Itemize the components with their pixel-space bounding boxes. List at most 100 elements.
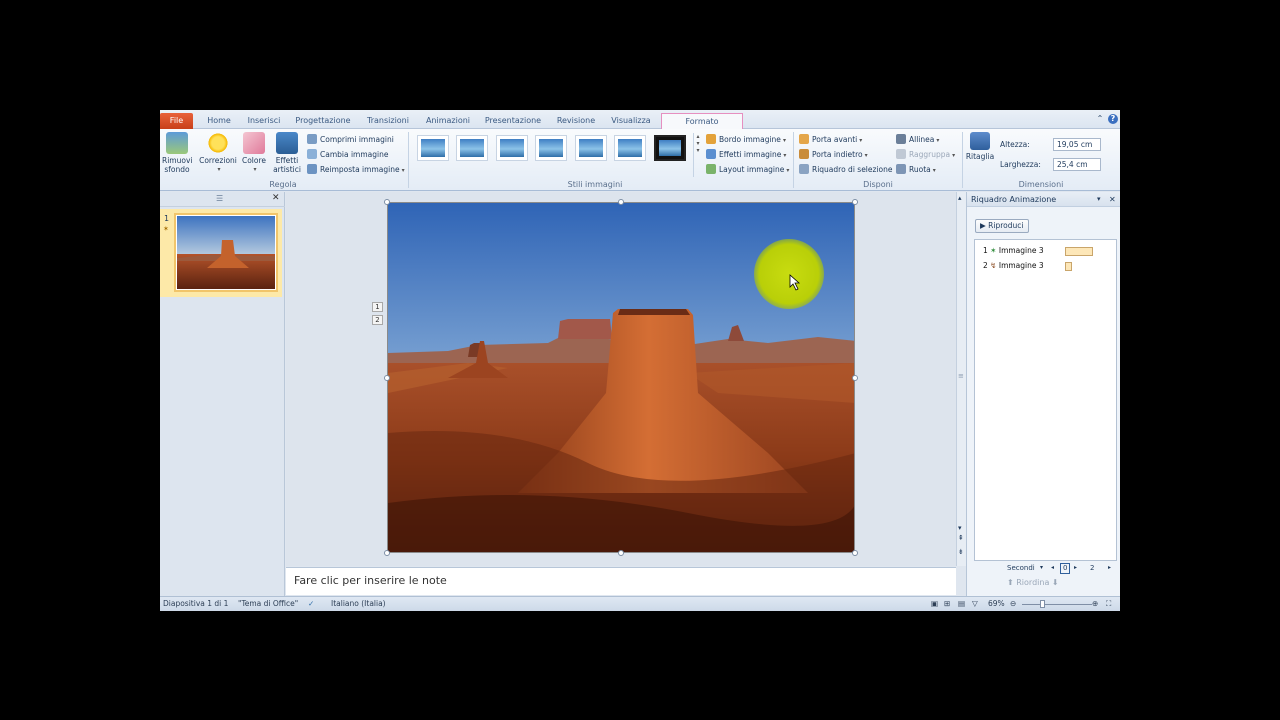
picture-style-1[interactable] <box>417 135 449 161</box>
animation-timing-bar[interactable] <box>1065 247 1093 256</box>
ritaglia-button[interactable]: Ritaglia <box>965 132 995 161</box>
tab-revisione[interactable]: Revisione <box>552 113 600 129</box>
animation-tag-2[interactable]: 2 <box>372 315 383 325</box>
resize-handle[interactable] <box>852 199 858 205</box>
riquadro-label: Riquadro di selezione <box>812 165 893 174</box>
chevron-down-icon: ▾ <box>1040 564 1044 571</box>
reimposta-immagine-button[interactable]: Reimposta immagine ▾ <box>307 163 405 176</box>
picture-layout-icon <box>706 164 716 174</box>
tab-progettazione[interactable]: Progettazione <box>291 113 355 129</box>
effetti-artistici-button[interactable]: Effetti artistici <box>270 132 304 174</box>
cambia-immagine-button[interactable]: Cambia immagine <box>307 148 388 161</box>
desert-monument-image[interactable] <box>388 203 855 553</box>
timeline-right-icon[interactable]: ▸ <box>1074 562 1077 574</box>
porta-avanti-button[interactable]: Porta avanti ▾ <box>799 133 862 146</box>
animation-pane: Riquadro Animazione ▾ ✕ ▶ Riproduci 1 ✶ … <box>966 192 1120 596</box>
zoom-slider-thumb[interactable] <box>1040 600 1045 608</box>
spell-check-icon[interactable]: ✓ <box>308 597 314 611</box>
resize-handle[interactable] <box>384 199 390 205</box>
slides-outline-tabs[interactable]: ☰ ✕ <box>160 192 285 207</box>
next-slide-icon[interactable]: ⇟ <box>958 548 964 556</box>
remove-background-icon <box>166 132 188 154</box>
slide-editing-area[interactable]: 1 2 <box>286 192 956 566</box>
resize-handle[interactable] <box>852 375 858 381</box>
slide-canvas[interactable] <box>387 202 855 553</box>
chevron-down-icon: ▾ <box>253 166 257 173</box>
resize-handle[interactable] <box>384 550 390 556</box>
tab-file[interactable]: File <box>160 113 193 129</box>
timeline-scroll-right-icon[interactable]: ▸ <box>1108 562 1111 574</box>
tab-formato[interactable]: Formato <box>661 113 743 129</box>
resize-handle[interactable] <box>618 199 624 205</box>
resize-handle[interactable] <box>852 550 858 556</box>
slide-sorter-icon[interactable]: ⊞ <box>944 597 950 611</box>
timing-unit-dropdown[interactable]: Secondi <box>1007 562 1035 574</box>
bordo-label: Bordo immagine <box>719 135 781 144</box>
zoom-level[interactable]: 69% <box>988 597 1005 611</box>
riquadro-selezione-button[interactable]: Riquadro di selezione <box>799 163 892 176</box>
group-separator <box>408 132 409 188</box>
tab-visualizza[interactable]: Visualizza <box>607 113 655 129</box>
picture-style-3[interactable] <box>496 135 528 161</box>
fit-to-window-icon[interactable]: ⛶ <box>1106 597 1111 611</box>
zoom-slider[interactable] <box>1022 604 1092 605</box>
animation-item[interactable]: 2 ↯ Immagine 3 <box>983 260 1044 272</box>
porta-indietro-button[interactable]: Porta indietro ▾ <box>799 148 868 161</box>
previous-slide-icon[interactable]: ⇞ <box>958 534 964 542</box>
comprimi-immagini-button[interactable]: Comprimi immagini <box>307 133 394 146</box>
move-up-icon[interactable]: ⬆ <box>1007 578 1014 587</box>
tab-presentazione[interactable]: Presentazione <box>482 113 544 129</box>
group-label-stili: Stili immagini <box>567 180 623 189</box>
picture-style-7[interactable] <box>654 135 686 161</box>
notes-pane[interactable]: Fare clic per inserire le note <box>286 567 956 595</box>
minimize-ribbon-icon[interactable]: ⌃ <box>1095 114 1105 124</box>
reading-view-icon[interactable]: ▤ <box>958 597 965 611</box>
effetti-immagine-button[interactable]: Effetti immagine ▾ <box>706 148 786 161</box>
close-icon[interactable]: ✕ <box>1109 192 1116 207</box>
raggruppa-button[interactable]: Raggruppa ▾ <box>896 148 955 161</box>
scroll-up-icon[interactable]: ▴ <box>958 194 962 202</box>
larghezza-input[interactable]: 25,4 cm <box>1053 158 1101 171</box>
animation-timing-bar[interactable] <box>1065 262 1072 271</box>
zoom-out-icon[interactable]: ⊖ <box>1010 597 1016 611</box>
allinea-button[interactable]: Allinea ▾ <box>896 133 939 146</box>
tab-transizioni[interactable]: Transizioni <box>362 113 414 129</box>
animation-item[interactable]: 1 ✶ Immagine 3 <box>983 245 1044 257</box>
ruota-button[interactable]: Ruota ▾ <box>896 163 936 176</box>
tab-animazioni[interactable]: Animazioni <box>422 113 474 129</box>
resize-handle[interactable] <box>618 550 624 556</box>
chevron-down-icon: ▾ <box>864 152 868 159</box>
correzioni-button[interactable]: Correzioni ▾ <box>198 132 238 174</box>
zoom-in-icon[interactable]: ⊕ <box>1092 597 1098 611</box>
slideshow-icon[interactable]: ▽ <box>972 597 978 611</box>
gallery-scroll[interactable]: ▴ ▾ ▾ <box>693 133 702 177</box>
rimuovi-sfondo-button[interactable]: Rimuovi sfondo <box>162 132 192 174</box>
dropdown-icon[interactable]: ▾ <box>1097 192 1101 207</box>
scroll-down-icon[interactable]: ▾ <box>958 524 962 532</box>
timeline-left-icon[interactable]: ◂ <box>1051 562 1054 574</box>
animation-tag-1[interactable]: 1 <box>372 302 383 312</box>
normal-view-icon[interactable]: ▣ <box>931 597 938 611</box>
colore-button[interactable]: Colore ▾ <box>240 132 268 174</box>
close-icon[interactable]: ✕ <box>272 193 280 203</box>
bordo-immagine-button[interactable]: Bordo immagine ▾ <box>706 133 786 146</box>
outline-icon[interactable]: ☰ <box>216 194 223 203</box>
scroll-thumb[interactable]: ≡ <box>958 372 964 380</box>
move-down-icon[interactable]: ⬇ <box>1052 578 1059 587</box>
vertical-scrollbar[interactable]: ▴ ≡ ▾ ⇞ ⇟ <box>956 192 966 566</box>
resize-handle[interactable] <box>384 375 390 381</box>
picture-style-2[interactable] <box>456 135 488 161</box>
altezza-input[interactable]: 19,05 cm <box>1053 138 1101 151</box>
tab-inserisci[interactable]: Inserisci <box>244 113 284 129</box>
group-label-disponi: Disponi <box>863 180 893 189</box>
riproduci-button[interactable]: ▶ Riproduci <box>975 219 1029 233</box>
language-indicator[interactable]: Italiano (Italia) <box>331 597 386 611</box>
slide-thumbnail-1[interactable] <box>174 213 278 292</box>
tab-home[interactable]: Home <box>200 113 238 129</box>
picture-style-4[interactable] <box>535 135 567 161</box>
layout-immagine-button[interactable]: Layout immagine ▾ <box>706 163 789 176</box>
timing-end: 2 <box>1090 564 1095 572</box>
help-icon[interactable]: ? <box>1108 114 1118 124</box>
picture-style-6[interactable] <box>614 135 646 161</box>
picture-style-5[interactable] <box>575 135 607 161</box>
